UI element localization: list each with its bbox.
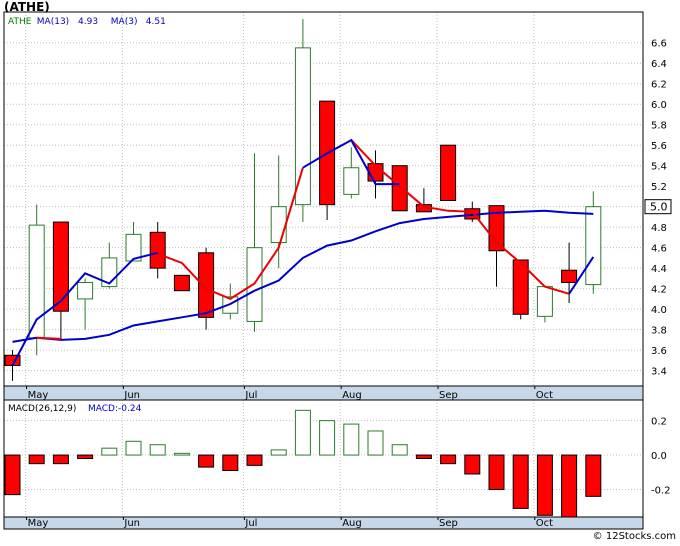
legend-value: 4.51 <box>146 17 166 27</box>
price-tick-label: 6.0 <box>651 100 667 111</box>
candle-body <box>391 165 408 212</box>
candle-body <box>149 231 166 269</box>
price-tick-label: 6.2 <box>651 80 667 91</box>
price-tick-label: 3.8 <box>651 326 667 337</box>
macd-bar <box>125 440 142 456</box>
macd-tick-label: -0.2 <box>651 485 671 496</box>
macd-bar <box>391 444 408 456</box>
macd-histogram <box>4 409 602 520</box>
price-tick-label: 3.6 <box>651 346 667 357</box>
macd-y-axis: 0.2 0.0 -0.2 <box>651 417 671 497</box>
macd-bar <box>415 454 432 460</box>
macd-bar <box>488 454 505 490</box>
last-price-label: 5.0 <box>650 201 668 214</box>
date-label: Aug <box>342 390 362 401</box>
macd-bar <box>367 430 384 456</box>
macd-bar <box>222 454 239 472</box>
macd-bar <box>464 454 481 475</box>
ma3-red-line <box>350 139 570 295</box>
price-tick-label: 5.6 <box>651 141 667 152</box>
macd-bar <box>149 444 166 456</box>
date-label: Jul <box>244 390 257 401</box>
date-label: Sep <box>439 390 458 401</box>
macd-legend: MACD(26,12,9) MACD:-0.24 <box>8 404 142 414</box>
date-label: Sep <box>439 518 458 529</box>
macd-bar <box>246 454 263 466</box>
ma3-red-line <box>36 336 61 340</box>
macd-bar <box>536 454 553 516</box>
legend-value: 4.93 <box>78 17 98 27</box>
candle-body <box>198 252 215 318</box>
candle-body <box>77 282 94 300</box>
candle-body <box>585 206 602 286</box>
last-price-badge: 5.0 <box>644 199 672 215</box>
stock-chart: 3.4 3.6 3.8 4.0 4.2 4.4 4.6 4.8 5.0 5.2 5.4 5.6 5.8 6… <box>3 11 672 530</box>
legend-label: MA(3) <box>111 17 138 27</box>
macd-bar <box>512 454 529 509</box>
macd-tick-label: 0.2 <box>651 417 667 428</box>
candle-body <box>270 206 287 244</box>
candlesticks <box>4 19 602 381</box>
price-tick-label: 4.8 <box>651 223 667 234</box>
macd-bar <box>101 447 118 456</box>
macd-bar <box>440 454 457 465</box>
date-label: Oct <box>536 390 553 401</box>
legend-label: MA(13) <box>37 17 69 27</box>
macd-bar <box>343 423 360 456</box>
macd-tick-label: 0.0 <box>651 451 667 462</box>
macd-bar <box>270 449 287 456</box>
credit-text: © 12Stocks.com <box>592 531 676 542</box>
date-label: Aug <box>342 518 362 529</box>
candle-body <box>561 269 578 284</box>
price-tick-label: 4.4 <box>651 264 667 275</box>
price-tick-label: 6.6 <box>651 39 667 50</box>
candle-body <box>52 221 69 312</box>
ma13-line <box>12 209 594 343</box>
price-tick-label: 5.4 <box>651 162 667 173</box>
date-label: May <box>28 518 49 529</box>
price-tick-label: 3.4 <box>651 367 667 378</box>
macd-bar <box>28 454 45 465</box>
macd-value-label: MACD:-0.24 <box>88 404 142 414</box>
candle-body <box>294 47 311 206</box>
macd-bar <box>52 454 69 465</box>
candle-body <box>536 286 553 317</box>
date-label: Jun <box>123 390 140 401</box>
macd-bar <box>198 454 215 468</box>
macd-bar <box>4 454 21 496</box>
macd-bar <box>319 420 336 456</box>
macd-bar <box>77 454 94 460</box>
candle-body <box>173 274 190 292</box>
price-tick-label: 4.2 <box>651 285 667 296</box>
date-label: Jun <box>123 518 140 529</box>
price-tick-label: 4.0 <box>651 305 667 316</box>
candle-body <box>440 144 457 202</box>
price-tick-label: 5.8 <box>651 121 667 132</box>
date-label: Oct <box>536 518 553 529</box>
macd-bar <box>561 454 578 520</box>
price-tick-label: 4.6 <box>651 244 667 255</box>
candle-body <box>343 167 360 195</box>
price-legend: ATHE MA(13) 4.93 MA(3) 4.51 <box>8 17 166 27</box>
macd-bar <box>585 454 602 497</box>
legend-label: ATHE <box>8 17 32 27</box>
macd-title: MACD(26,12,9) <box>8 404 76 414</box>
price-tick-label: 6.4 <box>651 59 667 70</box>
macd-bar <box>294 409 311 456</box>
date-label: May <box>28 390 49 401</box>
macd-bar <box>173 452 190 456</box>
price-tick-label: 5.2 <box>651 182 667 193</box>
date-label: Jul <box>244 518 257 529</box>
